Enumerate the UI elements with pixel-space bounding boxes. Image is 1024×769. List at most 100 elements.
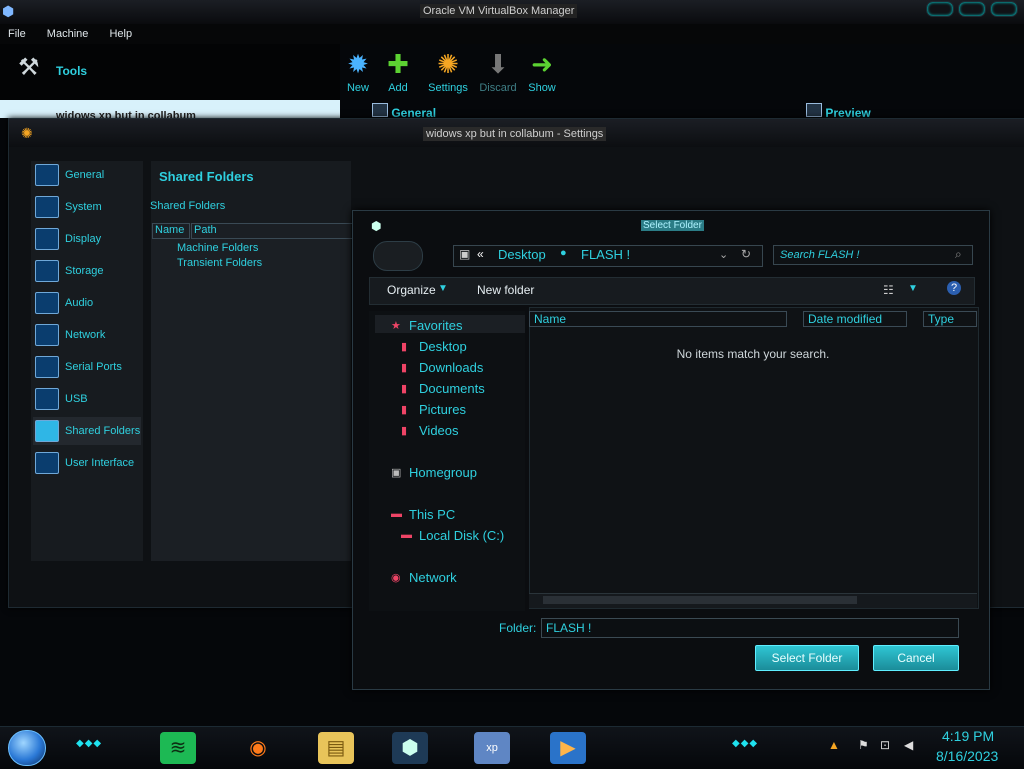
nav-downloads[interactable]: Downloads — [419, 360, 483, 375]
table-row-machine-folders[interactable]: Machine Folders — [177, 242, 258, 254]
window-controls — [926, 1, 1018, 17]
network-icon[interactable]: ⊡ — [880, 738, 890, 752]
nav-local-disk[interactable]: Local Disk (C:) — [419, 528, 504, 543]
select-folder-dialog: ⬢ Select Folder ▣ « Desktop ● FLASH ! ⌄ … — [352, 210, 990, 690]
discard-arrow-icon: ⬇ — [487, 49, 509, 79]
help-icon[interactable]: ? — [947, 281, 961, 295]
show-arrow-icon: ➜ — [531, 49, 553, 79]
settings-button[interactable]: ✺ Settings — [428, 46, 468, 94]
tray-app-icon[interactable]: ▲ — [828, 738, 840, 752]
chevron-down-icon: ▼ — [438, 283, 448, 294]
virtualbox-icon: ⬢ — [2, 3, 15, 19]
spotify-icon[interactable]: ≋ — [160, 732, 196, 764]
address-overflow[interactable]: « — [477, 247, 484, 261]
serial-port-icon — [35, 356, 59, 378]
minimize-button[interactable] — [926, 1, 954, 17]
virtualbox-icon[interactable]: ⬢ — [392, 732, 428, 764]
folder-input[interactable]: FLASH ! — [541, 618, 959, 638]
scrollbar-thumb[interactable] — [543, 596, 857, 604]
chevron-down-icon[interactable]: ▼ — [908, 283, 918, 294]
chevron-down-icon[interactable]: ⌄ — [719, 248, 728, 261]
navigation-pane — [369, 311, 525, 611]
search-icon[interactable]: ⌕ — [955, 247, 962, 262]
nav-network[interactable]: Network — [409, 570, 457, 585]
nav-videos[interactable]: Videos — [419, 423, 459, 438]
flag-icon[interactable]: ⚑ — [858, 738, 869, 752]
column-header-name[interactable]: Name — [152, 223, 190, 239]
shared-folders-label: Shared Folders — [150, 200, 226, 212]
category-shared-folders[interactable]: Shared Folders — [33, 417, 141, 445]
homegroup-icon: ▣ — [391, 467, 402, 479]
discard-button[interactable]: ⬇ Discard — [478, 46, 518, 94]
category-usb[interactable]: USB — [33, 385, 141, 413]
select-folder-button[interactable]: Select Folder — [755, 645, 859, 671]
media-player-icon[interactable]: ▶ — [550, 732, 586, 764]
menu-file[interactable]: File — [8, 24, 26, 44]
category-system[interactable]: System — [33, 193, 141, 221]
breadcrumb-desktop[interactable]: Desktop — [498, 247, 546, 262]
category-audio[interactable]: Audio — [33, 289, 141, 317]
start-button[interactable] — [8, 730, 46, 766]
menu-machine[interactable]: Machine — [47, 24, 89, 44]
column-header-type[interactable]: Type — [923, 311, 977, 327]
clock-date[interactable]: 8/16/2023 — [936, 748, 998, 764]
volume-icon[interactable]: ◀ — [904, 738, 913, 752]
dialog-title: Select Folder — [641, 220, 704, 231]
firefox-icon[interactable]: ◉ — [240, 732, 276, 764]
audio-icon — [35, 292, 59, 314]
column-header-name[interactable]: Name — [529, 311, 787, 327]
add-icon: ✚ — [387, 49, 409, 79]
add-button[interactable]: ✚ Add — [378, 46, 418, 94]
folder-icon — [35, 420, 59, 442]
documents-icon: ▮ — [401, 383, 408, 395]
clock-time[interactable]: 4:19 PM — [942, 728, 994, 744]
menu-help[interactable]: Help — [109, 24, 132, 44]
folder-path-icon: ▣ — [459, 247, 471, 261]
refresh-icon[interactable]: ↻ — [741, 247, 751, 261]
taskbar — [0, 726, 1024, 769]
breadcrumb-separator-icon: ● — [560, 247, 567, 259]
new-folder-button[interactable]: New folder — [477, 283, 534, 297]
category-display[interactable]: Display — [33, 225, 141, 253]
desktop-icon: ▮ — [401, 341, 408, 353]
show-button[interactable]: ➜ Show — [522, 46, 562, 94]
storage-icon — [35, 260, 59, 282]
shared-folders-table[interactable] — [151, 223, 351, 561]
new-button[interactable]: ✹ New — [338, 46, 378, 94]
menu-bar: File Machine Help — [0, 24, 1024, 44]
cancel-button[interactable]: Cancel — [873, 645, 959, 671]
nav-homegroup[interactable]: Homegroup — [409, 465, 477, 480]
organize-button[interactable]: Organize — [387, 283, 436, 297]
maximize-button[interactable] — [958, 1, 986, 17]
nav-this-pc[interactable]: This PC — [409, 507, 455, 522]
file-explorer-icon[interactable]: ▤ — [318, 732, 354, 764]
column-header-path[interactable]: Path — [191, 223, 355, 239]
category-user-interface[interactable]: User Interface — [33, 449, 141, 477]
back-forward-buttons[interactable] — [373, 241, 423, 271]
category-storage[interactable]: Storage — [33, 257, 141, 285]
breadcrumb-flash[interactable]: FLASH ! — [581, 247, 630, 262]
gear-icon: ✺ — [437, 49, 459, 79]
view-icon[interactable]: ☷ — [883, 283, 894, 297]
category-general[interactable]: General — [33, 161, 141, 189]
category-network[interactable]: Network — [33, 321, 141, 349]
user-interface-icon — [35, 452, 59, 474]
vm-xp-icon[interactable]: xp — [474, 732, 510, 764]
column-header-date-modified[interactable]: Date modified — [803, 311, 907, 327]
nav-documents[interactable]: Documents — [419, 381, 485, 396]
nav-pictures[interactable]: Pictures — [419, 402, 466, 417]
tools-icon: ⚒ — [18, 54, 40, 81]
category-serial-ports[interactable]: Serial Ports — [33, 353, 141, 381]
table-row-transient-folders[interactable]: Transient Folders — [177, 257, 262, 269]
close-button[interactable] — [990, 1, 1018, 17]
general-icon — [35, 164, 59, 186]
videos-icon: ▮ — [401, 425, 408, 437]
monitor-icon — [806, 103, 822, 117]
tools-label[interactable]: Tools — [56, 64, 87, 78]
network-icon: ◉ — [391, 572, 401, 584]
empty-message: No items match your search. — [676, 347, 830, 361]
nav-desktop[interactable]: Desktop — [419, 339, 467, 354]
downloads-icon: ▮ — [401, 362, 408, 374]
nav-favorites[interactable]: Favorites — [409, 318, 462, 333]
search-input[interactable]: Search FLASH ! — [773, 245, 973, 265]
